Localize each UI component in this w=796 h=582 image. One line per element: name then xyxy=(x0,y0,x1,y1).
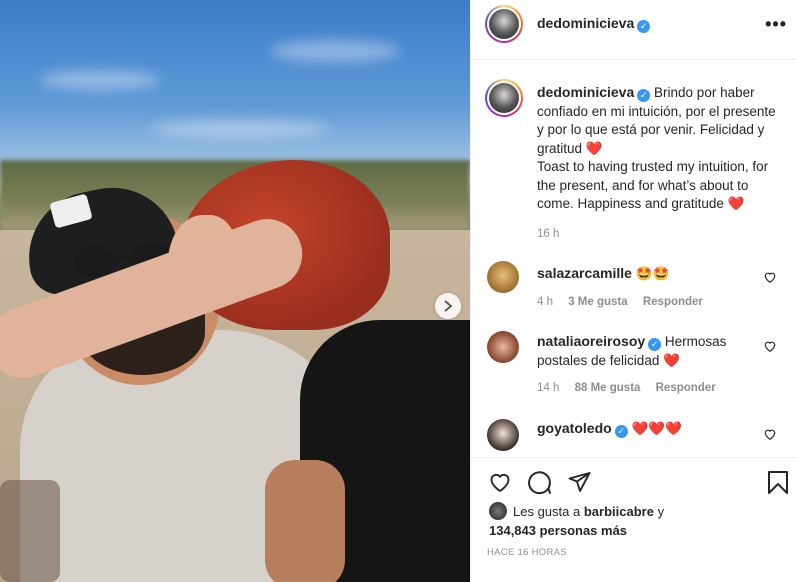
photo-man-arm xyxy=(265,460,345,582)
verified-badge-icon: ✓ xyxy=(614,425,628,438)
verified-badge-icon: ✓ xyxy=(637,89,651,102)
reply-button[interactable]: Responder xyxy=(643,296,703,308)
likes-count[interactable]: 134,843 personas más xyxy=(489,523,627,538)
comment-text: 🤩🤩 xyxy=(635,266,670,281)
verified-badge-icon: ✓ xyxy=(637,20,651,33)
comment-time[interactable]: 14 h xyxy=(537,382,559,394)
sky-cloud xyxy=(40,70,160,90)
verified-badge-icon: ✓ xyxy=(648,338,662,351)
more-options-icon[interactable]: ••• xyxy=(765,14,787,35)
comment-username[interactable]: nataliaoreirosoy xyxy=(537,333,645,349)
post-panel: dedominicieva ✓ ••• dedominicieva ✓ Brindo… xyxy=(470,0,796,582)
like-comment-heart-icon[interactable] xyxy=(763,270,777,284)
liked-by-connector: y xyxy=(657,504,665,519)
author-username[interactable]: dedominicieva xyxy=(537,15,634,31)
comment-username[interactable]: goyatoledo xyxy=(537,420,612,436)
author-avatar[interactable] xyxy=(485,5,523,43)
post-actions: Les gusta a barbiicabre y 134,843 person… xyxy=(471,457,796,582)
liker-avatar[interactable] xyxy=(489,502,507,520)
comment-text: ❤️❤️❤️ xyxy=(631,421,682,436)
liked-by-user[interactable]: barbiicabre xyxy=(584,504,654,519)
share-paper-plane-icon[interactable] xyxy=(567,470,592,494)
caption-avatar[interactable] xyxy=(485,79,523,117)
post-timestamp[interactable]: HACE 16 HORAS xyxy=(487,547,567,558)
comment-likes[interactable]: 88 Me gusta xyxy=(575,382,641,394)
sky-cloud xyxy=(150,120,330,138)
comment: nataliaoreirosoy ✓ Hermosas postales de f… xyxy=(537,332,767,394)
like-comment-heart-icon[interactable] xyxy=(763,339,777,353)
commenter-avatar[interactable] xyxy=(487,419,519,451)
like-heart-icon[interactable] xyxy=(487,470,513,494)
comment-bubble-icon[interactable] xyxy=(527,470,552,495)
comment: goyatoledo ✓ ❤️❤️❤️ xyxy=(537,419,767,439)
comment-username[interactable]: salazarcamille xyxy=(537,265,632,281)
chevron-right-icon xyxy=(444,300,453,312)
caption-emoji: ❤️ xyxy=(727,196,745,211)
caption-username[interactable]: dedominicieva xyxy=(537,84,634,100)
liked-by: Les gusta a barbiicabre y 134,843 person… xyxy=(489,502,664,540)
comment-time[interactable]: 4 h xyxy=(537,296,553,308)
photo-tattoo xyxy=(0,480,60,582)
caption: dedominicieva ✓ Brindo por haber confiado… xyxy=(537,83,785,240)
caption-emoji: ❤️ xyxy=(585,140,603,156)
comment: salazarcamille 🤩🤩 4 h 3 Me gusta Respond… xyxy=(537,264,767,308)
liked-by-prefix: Les gusta a xyxy=(513,504,581,519)
commenter-avatar[interactable] xyxy=(487,331,519,363)
like-comment-heart-icon[interactable] xyxy=(763,427,777,441)
sky-cloud xyxy=(270,40,400,62)
comments-section: dedominicieva ✓ Brindo por haber confiado… xyxy=(471,61,796,456)
post-photo[interactable] xyxy=(0,0,470,582)
caption-time[interactable]: 16 h xyxy=(537,228,785,240)
save-bookmark-icon[interactable] xyxy=(767,470,789,495)
commenter-avatar[interactable] xyxy=(487,261,519,293)
reply-button[interactable]: Responder xyxy=(656,382,716,394)
comment-likes[interactable]: 3 Me gusta xyxy=(568,296,627,308)
post-header: dedominicieva ✓ ••• xyxy=(471,0,796,60)
next-photo-button[interactable] xyxy=(435,293,461,319)
